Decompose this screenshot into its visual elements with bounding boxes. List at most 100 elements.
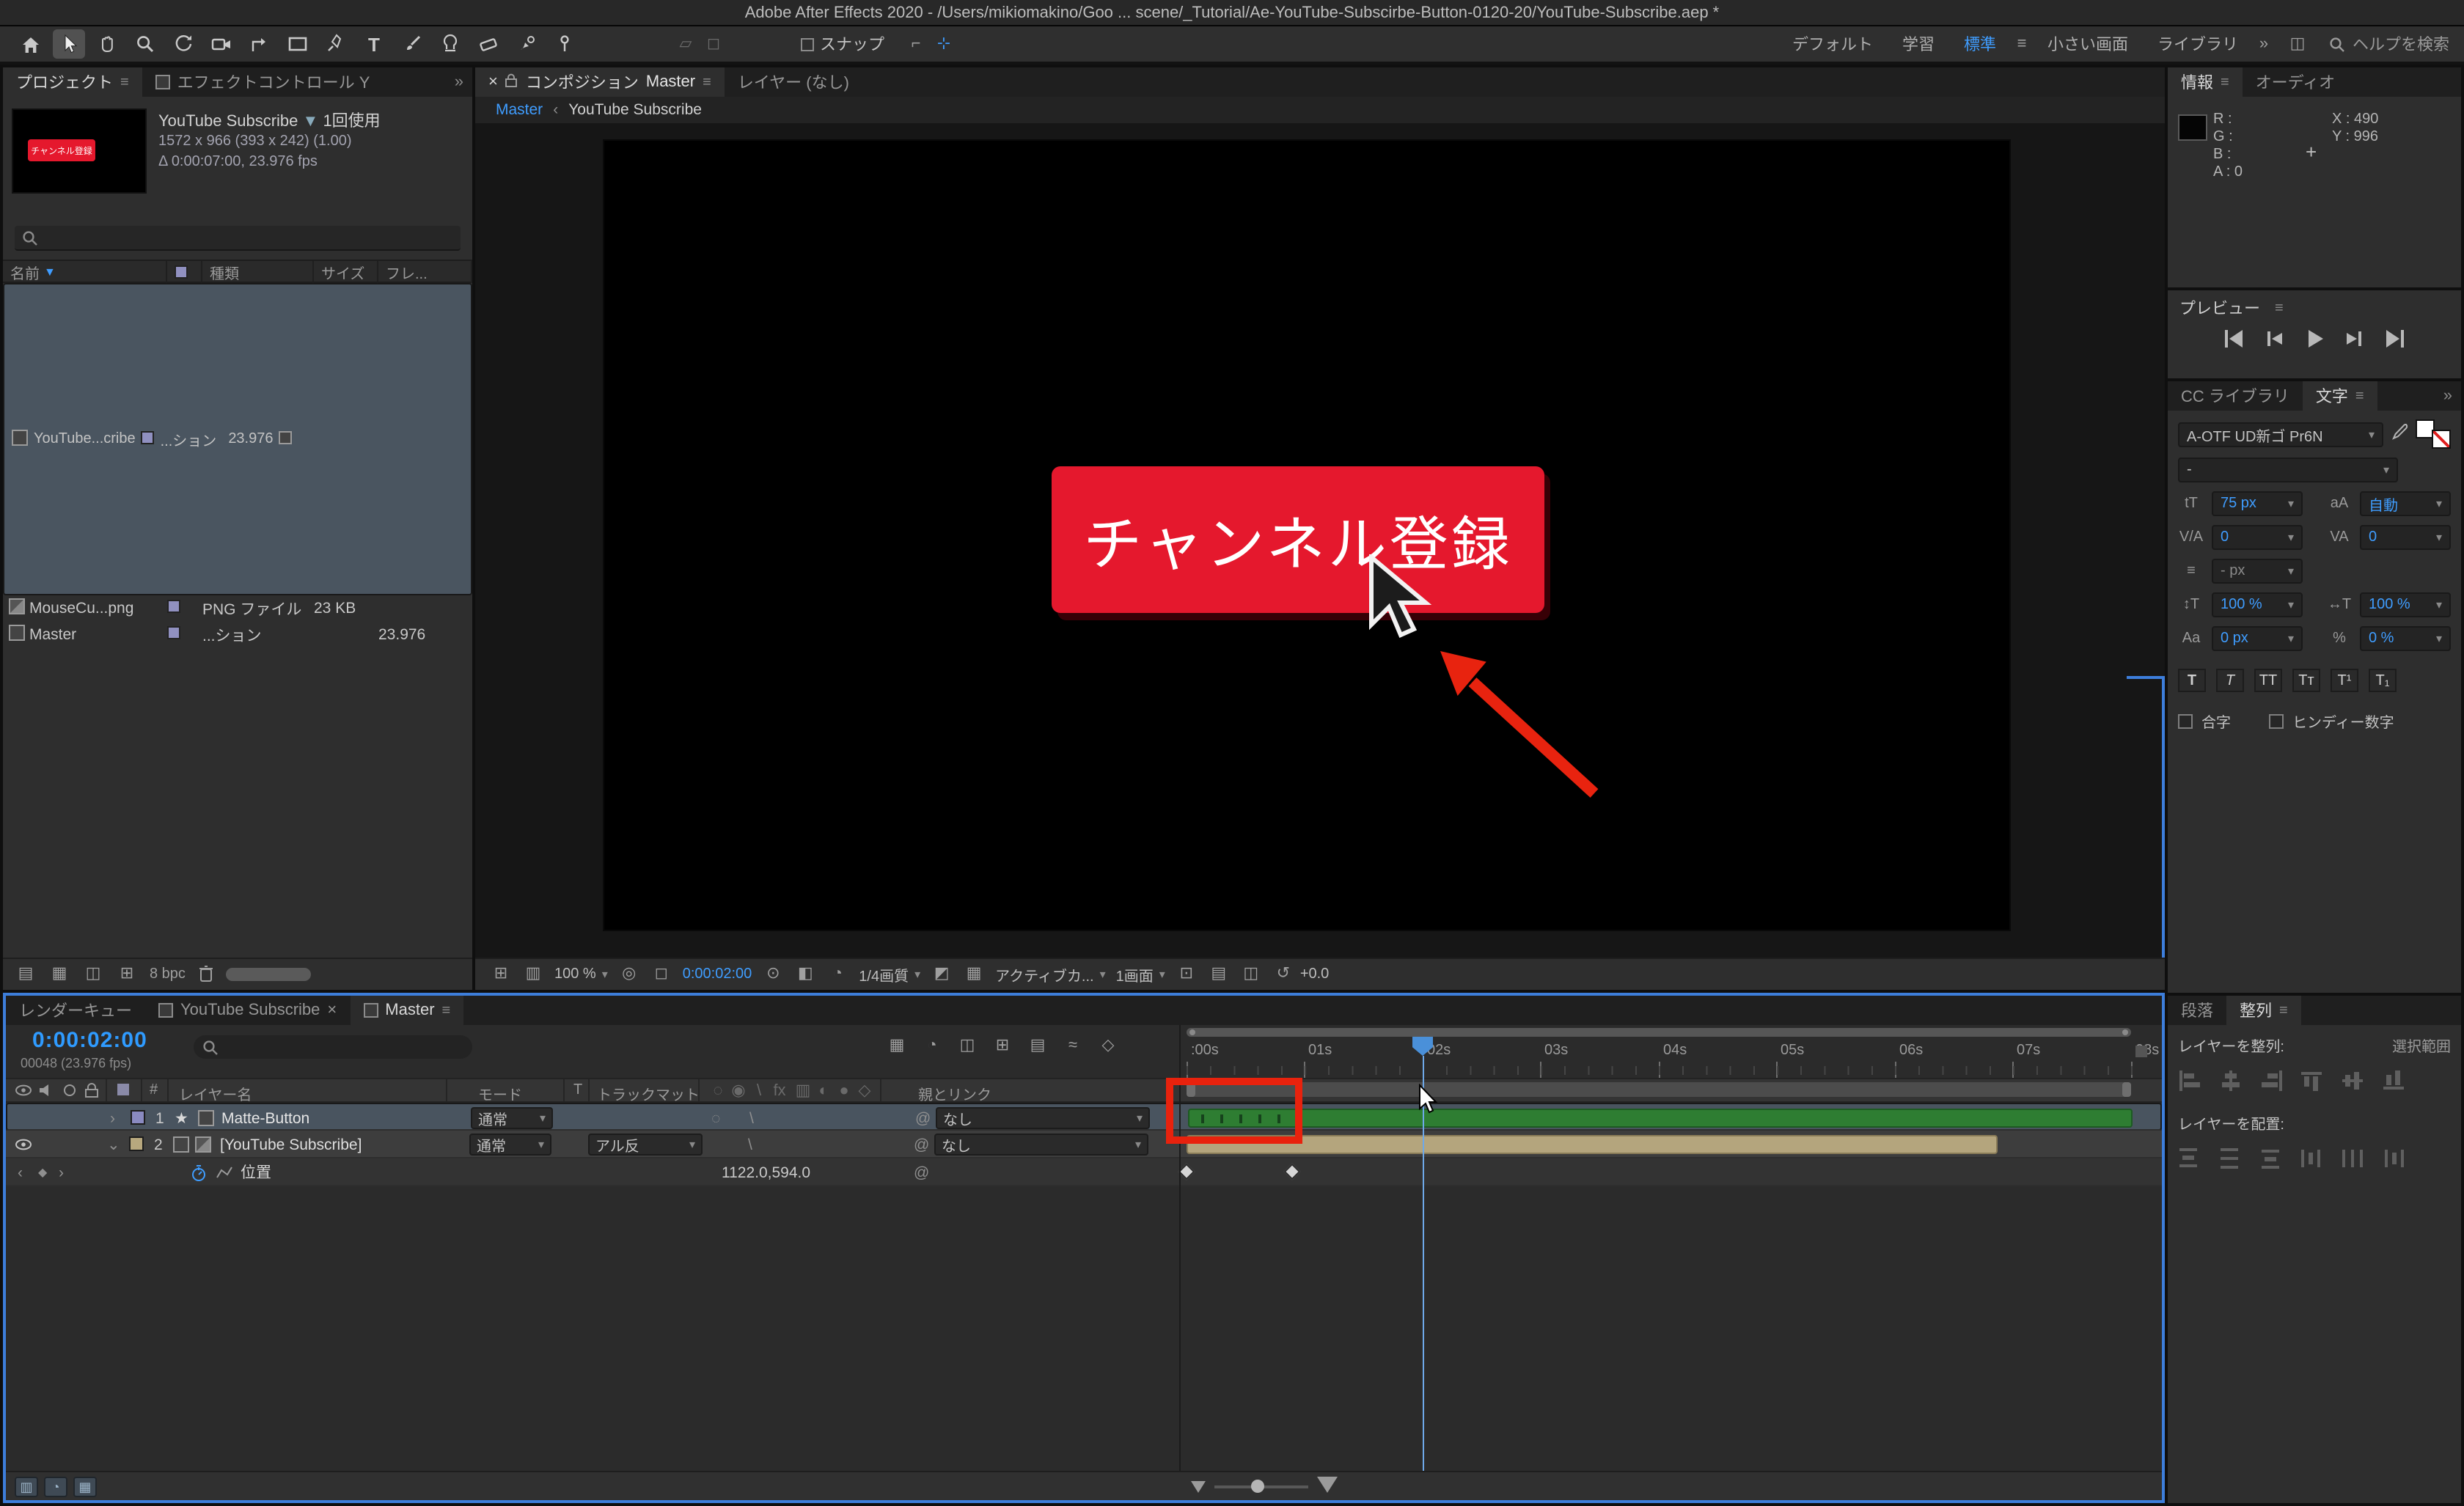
eyedropper-icon[interactable]: [2391, 422, 2408, 446]
layer-name[interactable]: Matte-Button: [221, 1104, 309, 1132]
preserve-transparency-column-header[interactable]: T: [573, 1082, 582, 1098]
layer-row-1[interactable]: › 1 ★ Matte-Button 通常 ▾ ◌ \ @ なし ▾: [6, 1103, 2162, 1131]
workspace-default[interactable]: デフォルト: [1792, 32, 1873, 56]
tab-info[interactable]: 情報 ≡: [2168, 67, 2243, 97]
stopwatch-icon[interactable]: [191, 1158, 207, 1186]
tab-audio[interactable]: オーディオ: [2243, 67, 2348, 97]
grid-options-icon[interactable]: ▥: [522, 964, 544, 985]
puppet-pin-tool-icon[interactable]: [549, 29, 581, 59]
brainstorm-icon[interactable]: ◇: [1097, 1035, 1119, 1056]
collapse-expanded-icon[interactable]: ⌄: [107, 1131, 120, 1158]
property-value[interactable]: 1122.0,594.0: [722, 1158, 810, 1186]
project-settings-icon[interactable]: ⊞: [116, 964, 138, 985]
disclosure-icon[interactable]: ▼: [303, 113, 319, 131]
label-chip[interactable]: [131, 1110, 145, 1125]
timeline-panel[interactable]: レンダーキュー YouTube Subscribe × Master ≡ 0:0…: [3, 993, 2165, 1503]
collapse-switch-icon[interactable]: ◉: [727, 1081, 749, 1101]
project-table-header[interactable]: 名前 ▼ 種類 サイズ フレ...: [3, 260, 472, 283]
panel-menu-icon[interactable]: ≡: [2221, 74, 2229, 90]
work-area-bar[interactable]: [1187, 1082, 2131, 1097]
composition-viewer[interactable]: チャンネル登録: [475, 123, 2165, 958]
composition-mini-flowchart-icon[interactable]: ▦: [886, 1035, 908, 1056]
label-chip[interactable]: [167, 626, 180, 639]
snap-checkbox[interactable]: [801, 37, 814, 51]
subscript-button[interactable]: T₁: [2369, 669, 2397, 692]
layer-duration-bar[interactable]: [1188, 1109, 2133, 1128]
reset-exposure-icon[interactable]: ↺: [1272, 964, 1294, 985]
zoom-tool-icon[interactable]: [129, 29, 161, 59]
transparency-grid-icon[interactable]: ▦: [963, 964, 985, 985]
eraser-tool-icon[interactable]: [472, 29, 505, 59]
tab-project[interactable]: プロジェクト ≡: [3, 67, 142, 97]
workspace-menu-icon[interactable]: ≡: [2011, 34, 2033, 54]
panel-menu-icon[interactable]: ≡: [2355, 388, 2364, 404]
close-icon[interactable]: ×: [327, 1002, 337, 1019]
mode-column-header[interactable]: モード: [478, 1082, 522, 1104]
view-layout-select[interactable]: 1画面 ▾: [1116, 963, 1165, 985]
effects-switch-icon[interactable]: fx: [769, 1081, 791, 1101]
align-left-icon[interactable]: [2178, 1070, 2201, 1091]
tab-character[interactable]: 文字 ≡: [2302, 381, 2377, 411]
tsume-select[interactable]: - px ▾: [2212, 559, 2303, 584]
font-size-select[interactable]: 75 px ▾: [2212, 491, 2303, 516]
keyframe-diamond[interactable]: [1283, 1163, 1301, 1180]
proportion-select[interactable]: 0 % ▾: [2360, 626, 2451, 651]
align-horizontal-center-icon[interactable]: [2219, 1070, 2243, 1091]
active-camera-select[interactable]: アクティブカ... ▾: [995, 963, 1106, 985]
tab-composition-master[interactable]: × コンポジション Master ≡: [475, 67, 725, 97]
home-icon[interactable]: [15, 29, 47, 59]
superscript-button[interactable]: T¹: [2331, 669, 2358, 692]
font-family-select[interactable]: A-OTF UD新ゴ Pr6N ▾: [2178, 422, 2383, 447]
panel-menu-icon[interactable]: ≡: [2279, 1002, 2288, 1018]
resolution-select[interactable]: 1/4画質 ▾: [859, 963, 920, 985]
next-keyframe-icon[interactable]: ›: [59, 1158, 64, 1186]
align-vertical-center-icon[interactable]: [2342, 1070, 2366, 1091]
pen-tool-icon[interactable]: [320, 29, 352, 59]
tab-paragraph[interactable]: 段落: [2168, 996, 2226, 1025]
tab-effect-controls[interactable]: エフェクトコントロール Y: [142, 67, 384, 97]
tab-youtube-subscribe-timeline[interactable]: YouTube Subscribe ×: [145, 996, 350, 1025]
show-snapshot-icon[interactable]: ◧: [794, 964, 816, 985]
type-tool-icon[interactable]: T: [358, 29, 390, 59]
align-right-icon[interactable]: [2260, 1070, 2284, 1091]
snap-toggle[interactable]: スナップ: [801, 32, 884, 56]
align-bottom-icon[interactable]: [2383, 1070, 2407, 1091]
distribute-vertical-center-icon[interactable]: [2219, 1148, 2243, 1169]
motion-blur-switch-icon[interactable]: ◐: [813, 1081, 835, 1101]
horizontal-scale-select[interactable]: 100 % ▾: [2360, 592, 2451, 617]
eye-icon[interactable]: [15, 1131, 32, 1158]
selection-tool-icon[interactable]: [53, 29, 85, 59]
breadcrumb-youtube-subscribe[interactable]: YouTube Subscribe: [568, 101, 702, 119]
add-keyframe-icon[interactable]: ◆: [38, 1158, 47, 1186]
pickwhip-icon[interactable]: @: [914, 1131, 929, 1158]
panel-menu-icon[interactable]: ≡: [703, 74, 711, 90]
trash-icon[interactable]: [197, 963, 215, 986]
panel-menu-icon[interactable]: ≡: [442, 1002, 451, 1018]
align-top-icon[interactable]: [2301, 1070, 2325, 1091]
distribute-left-icon[interactable]: [2301, 1148, 2325, 1169]
project-row[interactable]: Master ...ション 23.976: [3, 622, 472, 648]
clone-stamp-tool-icon[interactable]: [434, 29, 466, 59]
zoom-in-icon[interactable]: [1317, 1477, 1338, 1493]
stroke-color-swatch[interactable]: [2432, 430, 2451, 449]
composition-frame[interactable]: チャンネル登録: [603, 139, 2011, 931]
blend-mode-select[interactable]: 通常 ▾: [471, 1107, 553, 1129]
quality-switch[interactable]: \: [749, 1104, 754, 1132]
layer-duration-bar[interactable]: [1187, 1135, 1998, 1154]
motion-blur-toggle[interactable]: ◔: [44, 1477, 67, 1497]
workspace-learn[interactable]: 学習: [1902, 32, 1935, 56]
label-chip[interactable]: [129, 1136, 144, 1151]
tab-overflow-icon[interactable]: »: [446, 73, 472, 91]
pickwhip-icon[interactable]: @: [915, 1104, 931, 1132]
align-target-select[interactable]: 選択範囲: [2392, 1034, 2451, 1056]
quality-switch[interactable]: \: [748, 1131, 752, 1158]
snap-option2-icon[interactable]: ⊹: [933, 34, 955, 54]
parent-select[interactable]: なし ▾: [936, 1107, 1150, 1129]
tab-overflow-icon[interactable]: »: [2435, 387, 2461, 405]
time-ruler[interactable]: :00s 01s 02s 03s 04s 05s 06s 07s 08s: [1187, 1040, 2159, 1078]
quality-switch-icon[interactable]: \: [748, 1081, 770, 1101]
shape-tool-icon[interactable]: [282, 29, 314, 59]
brush-tool-icon[interactable]: [396, 29, 428, 59]
first-frame-icon[interactable]: [2222, 328, 2248, 348]
faux-bold-button[interactable]: T: [2178, 669, 2206, 692]
